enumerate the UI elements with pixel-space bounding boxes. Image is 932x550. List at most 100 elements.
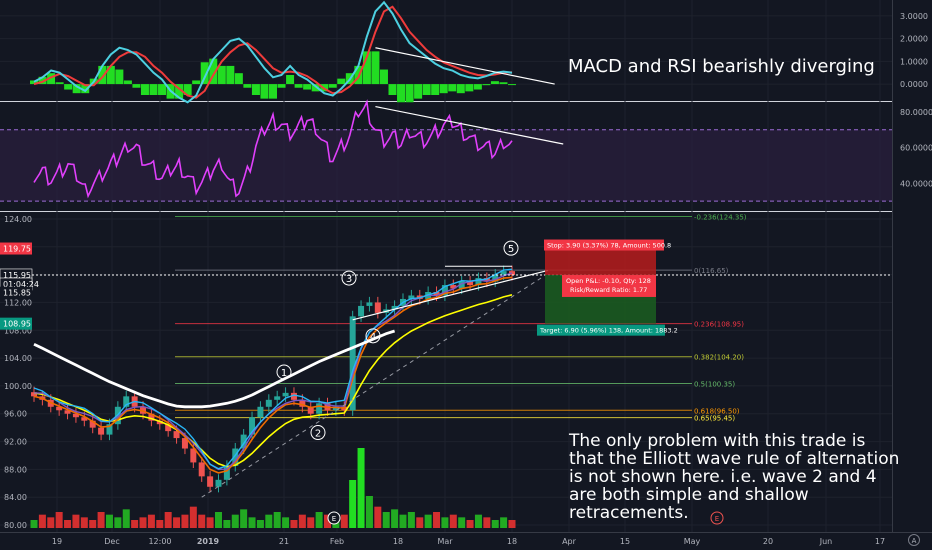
candle-body[interactable] [173,431,180,439]
volume-bar [231,514,239,528]
macd-histogram-bar [277,84,286,88]
macd-histogram-bar [388,84,397,95]
candle-body[interactable] [366,302,373,306]
macd-histogram-bar [414,84,423,99]
macd-histogram-bar [132,84,141,88]
volume-bar [30,520,38,528]
time-tick-label: Jun [819,537,833,546]
macd-histogram-bar [243,84,252,88]
macd-tick-label: 1.0000 [900,57,928,66]
price-tick-label: 104.00 [4,354,32,363]
volume-bar [131,520,139,528]
volume-bar [214,512,222,528]
volume-bar [508,520,516,528]
macd-histogram-bar [260,84,269,99]
time-tick-label: 18 [507,537,517,546]
volume-bar [374,506,382,528]
macd-tick-label: 3.0000 [900,12,928,21]
candle-body[interactable] [316,403,323,414]
time-tick-label: 12:00 [148,537,171,546]
macd-histogram-bar [482,84,491,86]
macd-histogram-bar [303,84,312,90]
alternation-problem-note: The only problem with this trade is that… [569,431,900,523]
candle-body[interactable] [265,399,272,407]
volume-bar [198,514,206,528]
trade-target-label: Target: 6.90 (5.96%) 138, Amount: 1883.2 [539,327,678,335]
volume-bar [72,514,80,528]
elliott-wave-label: 3 [346,274,352,285]
macd-histogram-bar [269,84,277,99]
macd-histogram-bar [508,84,516,86]
volume-bar [365,496,373,528]
macd-histogram-bar [234,73,243,85]
price-tick-label: 112.00 [4,298,32,307]
trade-open-pnl-label: Open P&L: -0.10, Qty: 128 [566,277,651,285]
volume-bar [89,520,97,528]
macd-histogram-bar [422,84,431,95]
event-marker-label: E [332,515,336,523]
macd-histogram-bar [397,84,406,103]
fib-level-label: 0(116.65) [694,267,729,275]
volume-bar [433,512,441,528]
macd-rsi-divergence-note: MACD and RSI bearishly diverging [568,56,875,77]
price-tick-label: 88.00 [4,465,27,474]
price-tick-label: 92.00 [4,438,27,447]
time-tick-label: Apr [562,537,577,546]
volume-bar [500,517,508,528]
axis-price-tag: 119.75 [3,245,31,254]
price-tick-label: 96.00 [4,410,27,419]
macd-histogram-bar [431,84,440,95]
fib-level-label: 0.65(95.45) [694,415,735,423]
macd-histogram-bar [217,65,226,85]
volume-bar [483,517,491,528]
time-tick-label: Feb [330,537,344,546]
candle-body[interactable] [198,462,205,477]
volume-bar [147,514,155,528]
macd-histogram-bar [64,84,73,90]
time-tick-label: Mar [437,537,453,546]
volume-bar [139,517,147,528]
volume-bar [105,514,113,528]
candle-body[interactable] [98,427,105,435]
volume-bar [391,509,399,528]
candle-body[interactable] [374,302,381,313]
macd-histogram-bar [149,84,158,95]
auto-scale-label: A [912,537,917,545]
macd-histogram-bar [140,84,149,95]
volume-bar [349,480,357,528]
candle-body[interactable] [215,479,222,487]
volume-bar [164,512,172,528]
macd-tick-label: 0.0000 [900,80,928,89]
volume-bar [80,517,88,528]
candle-body[interactable] [207,476,214,487]
macd-tick-label: 2.0000 [900,35,928,44]
price-tick-label: 80.00 [4,521,27,530]
volume-bar [38,514,46,528]
price-tick-label: 84.00 [4,493,27,502]
time-tick-label: May [684,537,701,546]
volume-bar [458,517,466,528]
volume-bar [416,517,424,528]
macd-histogram-bar [490,81,499,85]
fib-level-label: 0.382(104.20) [694,354,744,362]
rsi-tick-label: 60.0000 [900,144,932,153]
volume-bar [189,506,197,528]
candle-body[interactable] [282,392,289,397]
volume-bar [491,520,499,528]
trade-stop-zone[interactable] [545,248,656,275]
volume-bar [315,512,323,528]
volume-bar [114,517,122,528]
volume-bar [122,509,130,528]
volume-bar [173,517,181,528]
macd-histogram-bar [499,82,508,85]
volume-bar [290,520,298,528]
volume-bar [441,517,449,528]
candle-body[interactable] [274,396,281,400]
candle-body[interactable] [257,406,264,418]
macd-histogram-bar [226,65,235,85]
macd-histogram-bar [123,80,132,85]
trade-risk-reward-label: Risk/Reward Ratio: 1.77 [570,286,647,294]
candle-body[interactable] [358,305,365,317]
time-tick-label: 18 [393,537,403,546]
rsi-band [0,129,892,202]
